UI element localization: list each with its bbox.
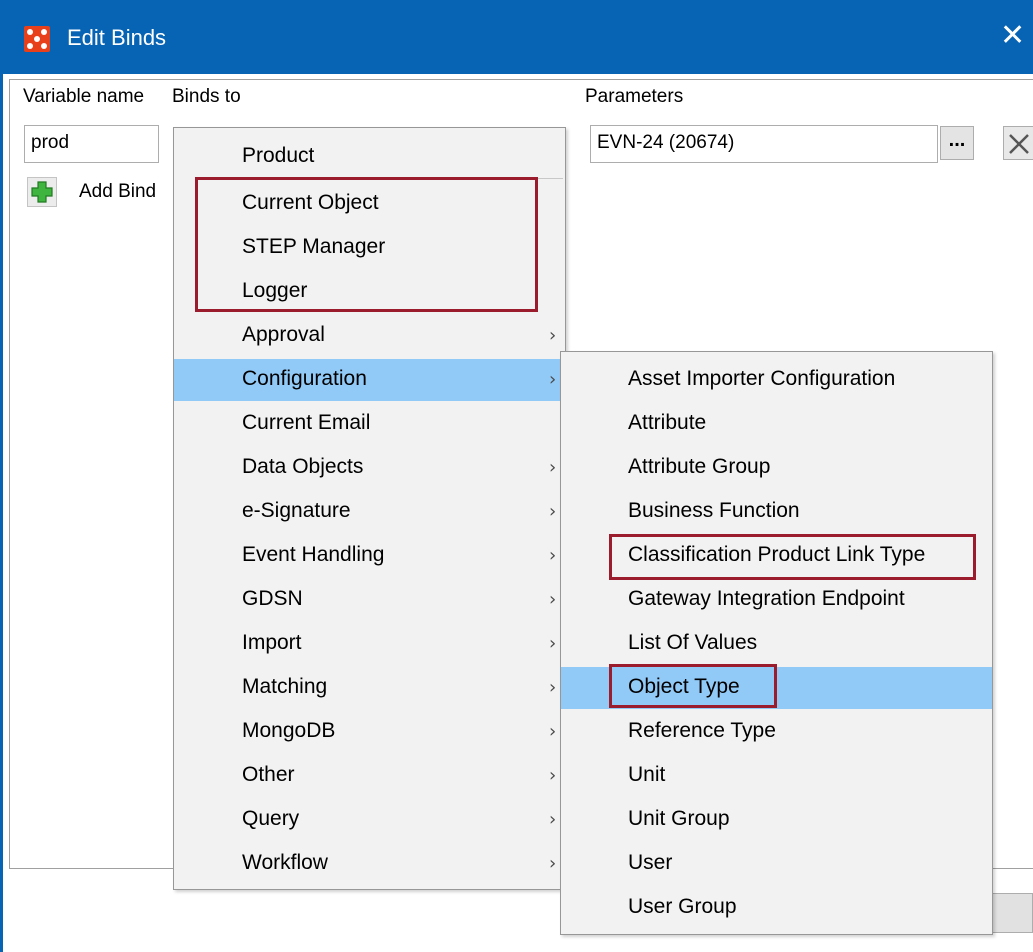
binds-to-menu: Product Current Object STEP Manager Logg… [173,127,566,890]
menu-separator [240,178,563,179]
menu-item-product[interactable]: Product [174,136,565,178]
chevron-right-icon: › [549,501,557,522]
chevron-right-icon: › [549,677,557,698]
submenu-item-classification-product-link-type[interactable]: Classification Product Link Type [561,535,992,577]
chevron-right-icon: › [549,369,557,390]
submenu-item-unit-group[interactable]: Unit Group [561,799,992,841]
delete-x-icon[interactable] [1003,126,1033,160]
parameter-value-field[interactable]: EVN-24 (20674) [590,125,938,163]
chevron-right-icon: › [549,853,557,874]
window-border [0,74,3,952]
submenu-item-gateway-integration-endpoint[interactable]: Gateway Integration Endpoint [561,579,992,621]
variable-name-input[interactable]: prod [24,125,159,163]
chevron-right-icon: › [549,457,557,478]
chevron-right-icon: › [549,721,557,742]
menu-item-logger[interactable]: Logger [174,271,565,313]
chevron-right-icon: › [549,545,557,566]
close-icon[interactable]: ✕ [1000,19,1025,53]
title-bar: Edit Binds ✕ [0,0,1033,74]
window-title: Edit Binds [67,25,167,50]
header-parameters: Parameters [585,86,684,107]
submenu-item-attribute[interactable]: Attribute [561,403,992,445]
menu-item-current-object[interactable]: Current Object [174,183,565,225]
menu-item-configuration[interactable]: Configuration › [174,359,565,401]
submenu-item-object-type[interactable]: Object Type [561,667,992,709]
menu-item-current-email[interactable]: Current Email [174,403,565,445]
header-binds-to: Binds to [172,86,241,107]
submenu-item-asset-importer-configuration[interactable]: Asset Importer Configuration [561,359,992,401]
submenu-item-list-of-values[interactable]: List Of Values [561,623,992,665]
header-variable-name: Variable name [23,86,145,107]
browse-button[interactable]: ... [940,126,974,160]
submenu-item-user[interactable]: User [561,843,992,885]
menu-item-e-signature[interactable]: e-Signature › [174,491,565,533]
dialog-button-edge[interactable] [990,893,1033,933]
menu-item-step-manager[interactable]: STEP Manager [174,227,565,269]
configuration-submenu: Asset Importer Configuration Attribute A… [560,351,993,935]
step-app-icon [24,26,50,52]
menu-item-query[interactable]: Query › [174,799,565,841]
menu-item-mongodb[interactable]: MongoDB › [174,711,565,753]
submenu-item-unit[interactable]: Unit [561,755,992,797]
submenu-item-reference-type[interactable]: Reference Type [561,711,992,753]
menu-item-event-handling[interactable]: Event Handling › [174,535,565,577]
submenu-item-attribute-group[interactable]: Attribute Group [561,447,992,489]
submenu-item-user-group[interactable]: User Group [561,887,992,929]
menu-item-import[interactable]: Import › [174,623,565,665]
menu-item-data-objects[interactable]: Data Objects › [174,447,565,489]
chevron-right-icon: › [549,633,557,654]
menu-item-approval[interactable]: Approval › [174,315,565,357]
add-bind-label[interactable]: Add Bind [79,181,156,203]
chevron-right-icon: › [549,589,557,610]
menu-item-workflow[interactable]: Workflow › [174,843,565,885]
menu-item-gdsn[interactable]: GDSN › [174,579,565,621]
menu-item-other[interactable]: Other › [174,755,565,797]
chevron-right-icon: › [549,765,557,786]
submenu-item-business-function[interactable]: Business Function [561,491,992,533]
chevron-right-icon: › [549,325,557,346]
green-plus-icon[interactable] [27,177,57,207]
menu-item-matching[interactable]: Matching › [174,667,565,709]
chevron-right-icon: › [549,809,557,830]
